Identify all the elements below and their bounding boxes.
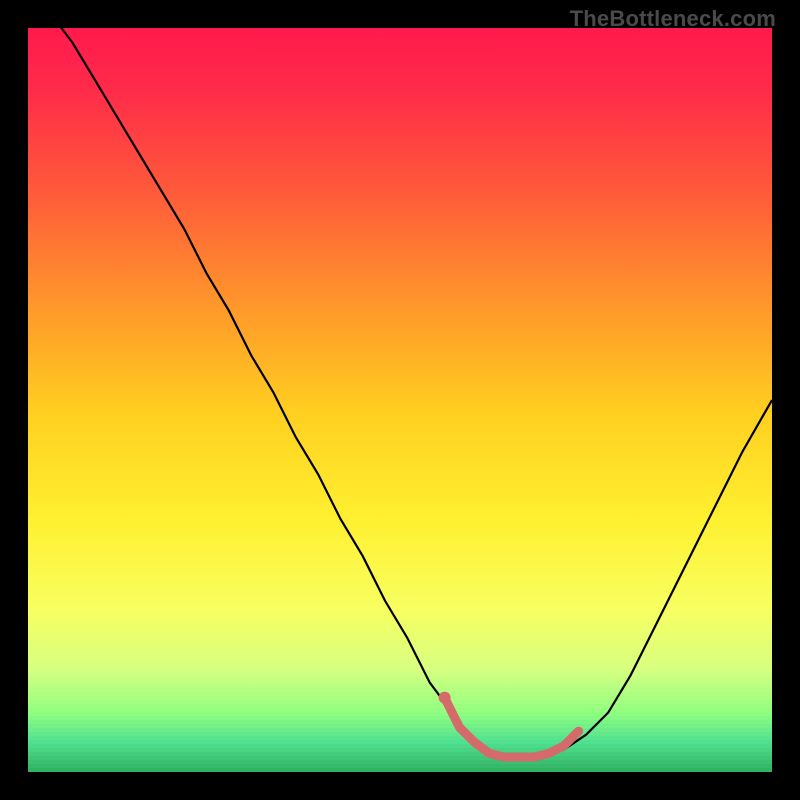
gradient-background bbox=[28, 28, 772, 772]
watermark-text: TheBottleneck.com bbox=[570, 6, 776, 32]
chart-container: TheBottleneck.com bbox=[0, 0, 800, 800]
plot-area bbox=[28, 28, 772, 772]
